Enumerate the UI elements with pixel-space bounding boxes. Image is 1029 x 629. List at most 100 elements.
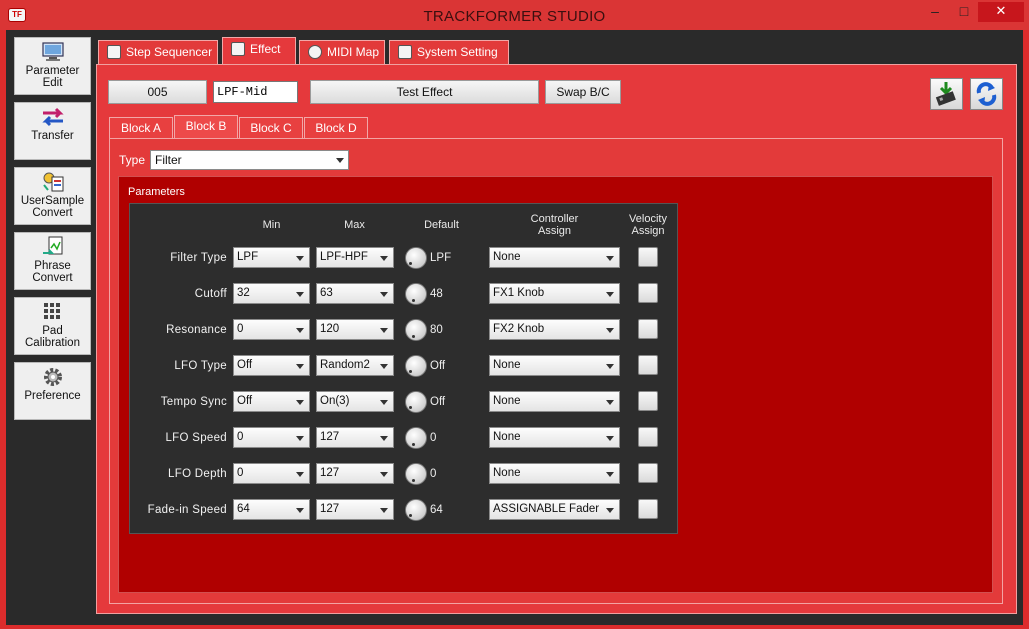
- min-value: 0: [237, 431, 244, 443]
- tab-effect[interactable]: Effect: [222, 37, 296, 65]
- max-select[interactable]: 127: [316, 427, 394, 448]
- velocity-assign-checkbox[interactable]: [638, 499, 658, 519]
- default-knob[interactable]: [405, 463, 427, 485]
- minimize-button[interactable]: –: [920, 2, 950, 22]
- default-value: Off: [430, 360, 446, 372]
- sidebar-item-label: Pad Calibration: [25, 325, 80, 349]
- min-select[interactable]: LPF: [233, 247, 310, 268]
- default-knob[interactable]: [405, 355, 427, 377]
- controller-assign-select[interactable]: None: [489, 355, 620, 376]
- velocity-assign-checkbox[interactable]: [638, 319, 658, 339]
- midi-icon: [308, 45, 322, 59]
- max-select[interactable]: 63: [316, 283, 394, 304]
- max-select[interactable]: Random2: [316, 355, 394, 376]
- controller-assign-select[interactable]: None: [489, 427, 620, 448]
- sidebar-item-parameter-edit[interactable]: Parameter Edit: [14, 37, 91, 95]
- header-default: Default: [424, 219, 459, 231]
- refresh-button[interactable]: [970, 78, 1003, 110]
- velocity-assign-checkbox[interactable]: [638, 391, 658, 411]
- tab-block-c[interactable]: Block C: [239, 117, 303, 139]
- min-select[interactable]: 0: [233, 319, 310, 340]
- tab-midi-map[interactable]: MIDI Map: [299, 40, 385, 65]
- sample-convert-icon: [42, 172, 63, 192]
- chevron-down-icon: [606, 256, 614, 261]
- min-select[interactable]: 32: [233, 283, 310, 304]
- settings-icon: [398, 45, 412, 59]
- gear-icon: [43, 368, 62, 386]
- sidebar-item-label: Preference: [24, 390, 81, 402]
- velocity-assign-checkbox[interactable]: [638, 463, 658, 483]
- sidebar-item-pad-calibration[interactable]: Pad Calibration: [14, 297, 91, 355]
- controller-assign-select[interactable]: FX2 Knob: [489, 319, 620, 340]
- effect-number-button[interactable]: 005: [108, 80, 207, 104]
- window-title: TRACKFORMER STUDIO: [423, 8, 606, 25]
- sequencer-icon: [107, 45, 121, 59]
- controller-assign-select[interactable]: None: [489, 463, 620, 484]
- knob-indicator: [412, 479, 415, 482]
- sidebar-item-phrase-convert[interactable]: Phrase Convert: [14, 232, 91, 290]
- max-select[interactable]: 127: [316, 499, 394, 520]
- chevron-down-icon: [606, 436, 614, 441]
- default-knob[interactable]: [405, 391, 427, 413]
- default-knob[interactable]: [405, 283, 427, 305]
- controller-value: None: [493, 359, 521, 371]
- monitor-icon: [41, 42, 64, 61]
- test-effect-button[interactable]: Test Effect: [310, 80, 539, 104]
- header-controller-assign: Controller Assign: [530, 213, 579, 237]
- swap-bc-button[interactable]: Swap B/C: [545, 80, 621, 104]
- tab-block-d[interactable]: Block D: [304, 117, 368, 139]
- param-label: Fade-in Speed: [147, 504, 227, 516]
- controller-assign-select[interactable]: FX1 Knob: [489, 283, 620, 304]
- transfer-arrows-icon: [41, 107, 64, 127]
- default-knob[interactable]: [405, 499, 427, 521]
- chevron-down-icon: [380, 400, 388, 405]
- controller-assign-select[interactable]: None: [489, 247, 620, 268]
- max-select[interactable]: 120: [316, 319, 394, 340]
- sidebar-item-transfer[interactable]: Transfer: [14, 102, 91, 160]
- controller-assign-select[interactable]: None: [489, 391, 620, 412]
- chevron-down-icon: [606, 292, 614, 297]
- chevron-down-icon: [380, 292, 388, 297]
- min-select[interactable]: 64: [233, 499, 310, 520]
- min-select[interactable]: 0: [233, 463, 310, 484]
- velocity-assign-checkbox[interactable]: [638, 355, 658, 375]
- default-knob[interactable]: [405, 427, 427, 449]
- default-value: 48: [430, 288, 443, 300]
- effect-name-field[interactable]: LPF-Mid: [213, 81, 298, 103]
- max-value: 127: [320, 467, 340, 479]
- type-select[interactable]: Filter: [150, 150, 349, 170]
- controller-assign-select[interactable]: ASSIGNABLE Fader: [489, 499, 620, 520]
- min-select[interactable]: Off: [233, 391, 310, 412]
- chevron-down-icon: [296, 400, 304, 405]
- controller-value: FX2 Knob: [493, 323, 545, 335]
- header-min: Min: [262, 219, 281, 231]
- controller-value: None: [493, 395, 521, 407]
- sidebar-item-preference[interactable]: Preference: [14, 362, 91, 420]
- chevron-down-icon: [296, 436, 304, 441]
- chevron-down-icon: [296, 256, 304, 261]
- tab-block-b[interactable]: Block B: [174, 115, 238, 139]
- min-select[interactable]: Off: [233, 355, 310, 376]
- default-knob[interactable]: [405, 247, 427, 269]
- tab-system-setting[interactable]: System Setting: [389, 40, 509, 65]
- velocity-assign-checkbox[interactable]: [638, 283, 658, 303]
- maximize-button[interactable]: □: [950, 2, 978, 22]
- max-select[interactable]: 127: [316, 463, 394, 484]
- chevron-down-icon: [380, 364, 388, 369]
- tab-label: Effect: [250, 42, 281, 56]
- chevron-down-icon: [296, 508, 304, 513]
- close-button[interactable]: ✕: [978, 2, 1024, 22]
- max-select[interactable]: On(3): [316, 391, 394, 412]
- max-value: Random2: [320, 359, 370, 371]
- tab-step-sequencer[interactable]: Step Sequencer: [98, 40, 218, 65]
- default-knob[interactable]: [405, 319, 427, 341]
- velocity-assign-checkbox[interactable]: [638, 427, 658, 447]
- download-device-button[interactable]: [930, 78, 963, 110]
- min-select[interactable]: 0: [233, 427, 310, 448]
- velocity-assign-checkbox[interactable]: [638, 247, 658, 267]
- chevron-down-icon: [606, 328, 614, 333]
- tab-block-a[interactable]: Block A: [109, 117, 173, 139]
- max-select[interactable]: LPF-HPF: [316, 247, 394, 268]
- sidebar-item-usersample-convert[interactable]: UserSample Convert: [14, 167, 91, 225]
- pad-grid-icon: [43, 303, 60, 319]
